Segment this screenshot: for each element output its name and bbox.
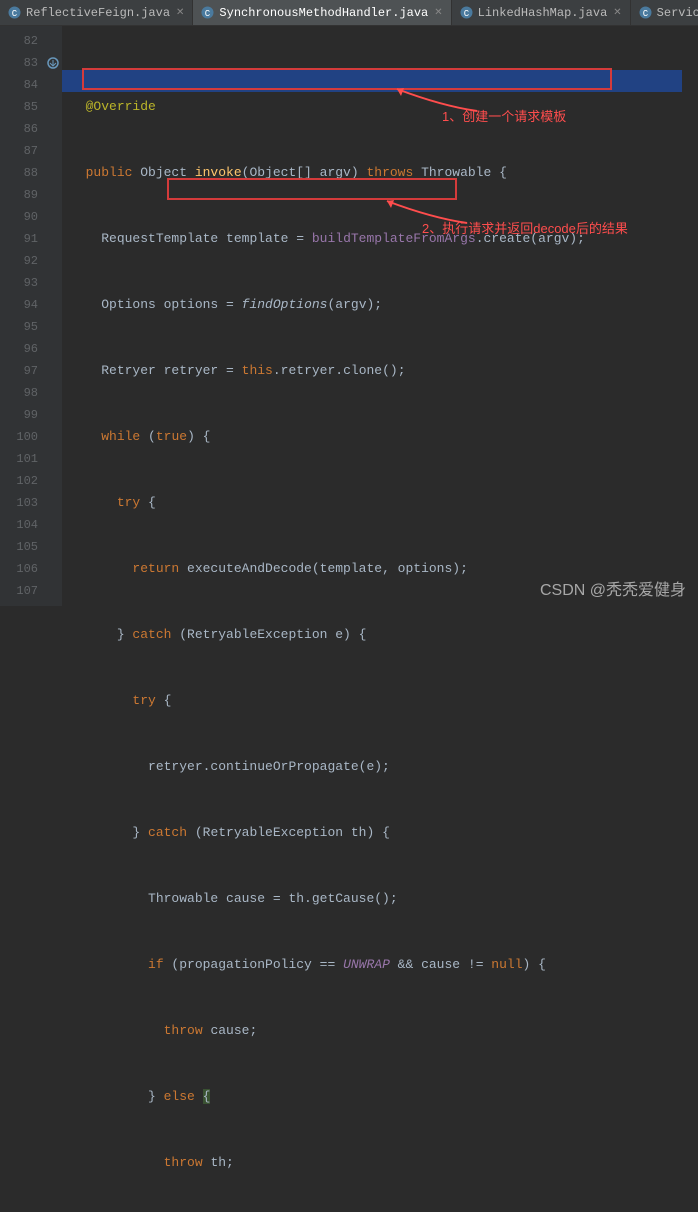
tab-synchronous[interactable]: C SynchronousMethodHandler.java ✕ xyxy=(193,0,451,25)
code-editor[interactable]: 8283848586878889909192939495969798991001… xyxy=(0,26,698,606)
override-gutter-icon[interactable] xyxy=(44,52,62,74)
svg-text:C: C xyxy=(642,9,648,19)
close-icon[interactable]: ✕ xyxy=(613,7,621,19)
annotation-arrow-2 xyxy=(382,198,472,228)
editor-tabs: C ReflectiveFeign.java ✕ C SynchronousMe… xyxy=(0,0,698,26)
tab-label: ReflectiveFeign.java xyxy=(26,6,170,20)
class-icon: C xyxy=(201,6,214,19)
svg-text:C: C xyxy=(463,9,469,19)
tab-serviceb[interactable]: C ServiceBController.java ✕ xyxy=(631,0,698,25)
tab-linkedhashmap[interactable]: C LinkedHashMap.java ✕ xyxy=(452,0,631,25)
close-icon[interactable]: ✕ xyxy=(434,7,442,19)
tab-label: LinkedHashMap.java xyxy=(478,6,608,20)
code-area[interactable]: @Override public Object invoke(Object[] … xyxy=(62,26,698,606)
tab-label: ServiceBController.java xyxy=(657,6,698,20)
svg-text:C: C xyxy=(12,9,18,19)
class-icon: C xyxy=(639,6,652,19)
class-icon: C xyxy=(460,6,473,19)
class-icon: C xyxy=(8,6,21,19)
tab-label: SynchronousMethodHandler.java xyxy=(219,6,428,20)
line-number-gutter: 8283848586878889909192939495969798991001… xyxy=(0,26,44,606)
gutter-icons xyxy=(44,26,62,606)
close-icon[interactable]: ✕ xyxy=(176,7,184,19)
tab-reflectivefeign[interactable]: C ReflectiveFeign.java ✕ xyxy=(0,0,193,25)
svg-text:C: C xyxy=(205,9,211,19)
